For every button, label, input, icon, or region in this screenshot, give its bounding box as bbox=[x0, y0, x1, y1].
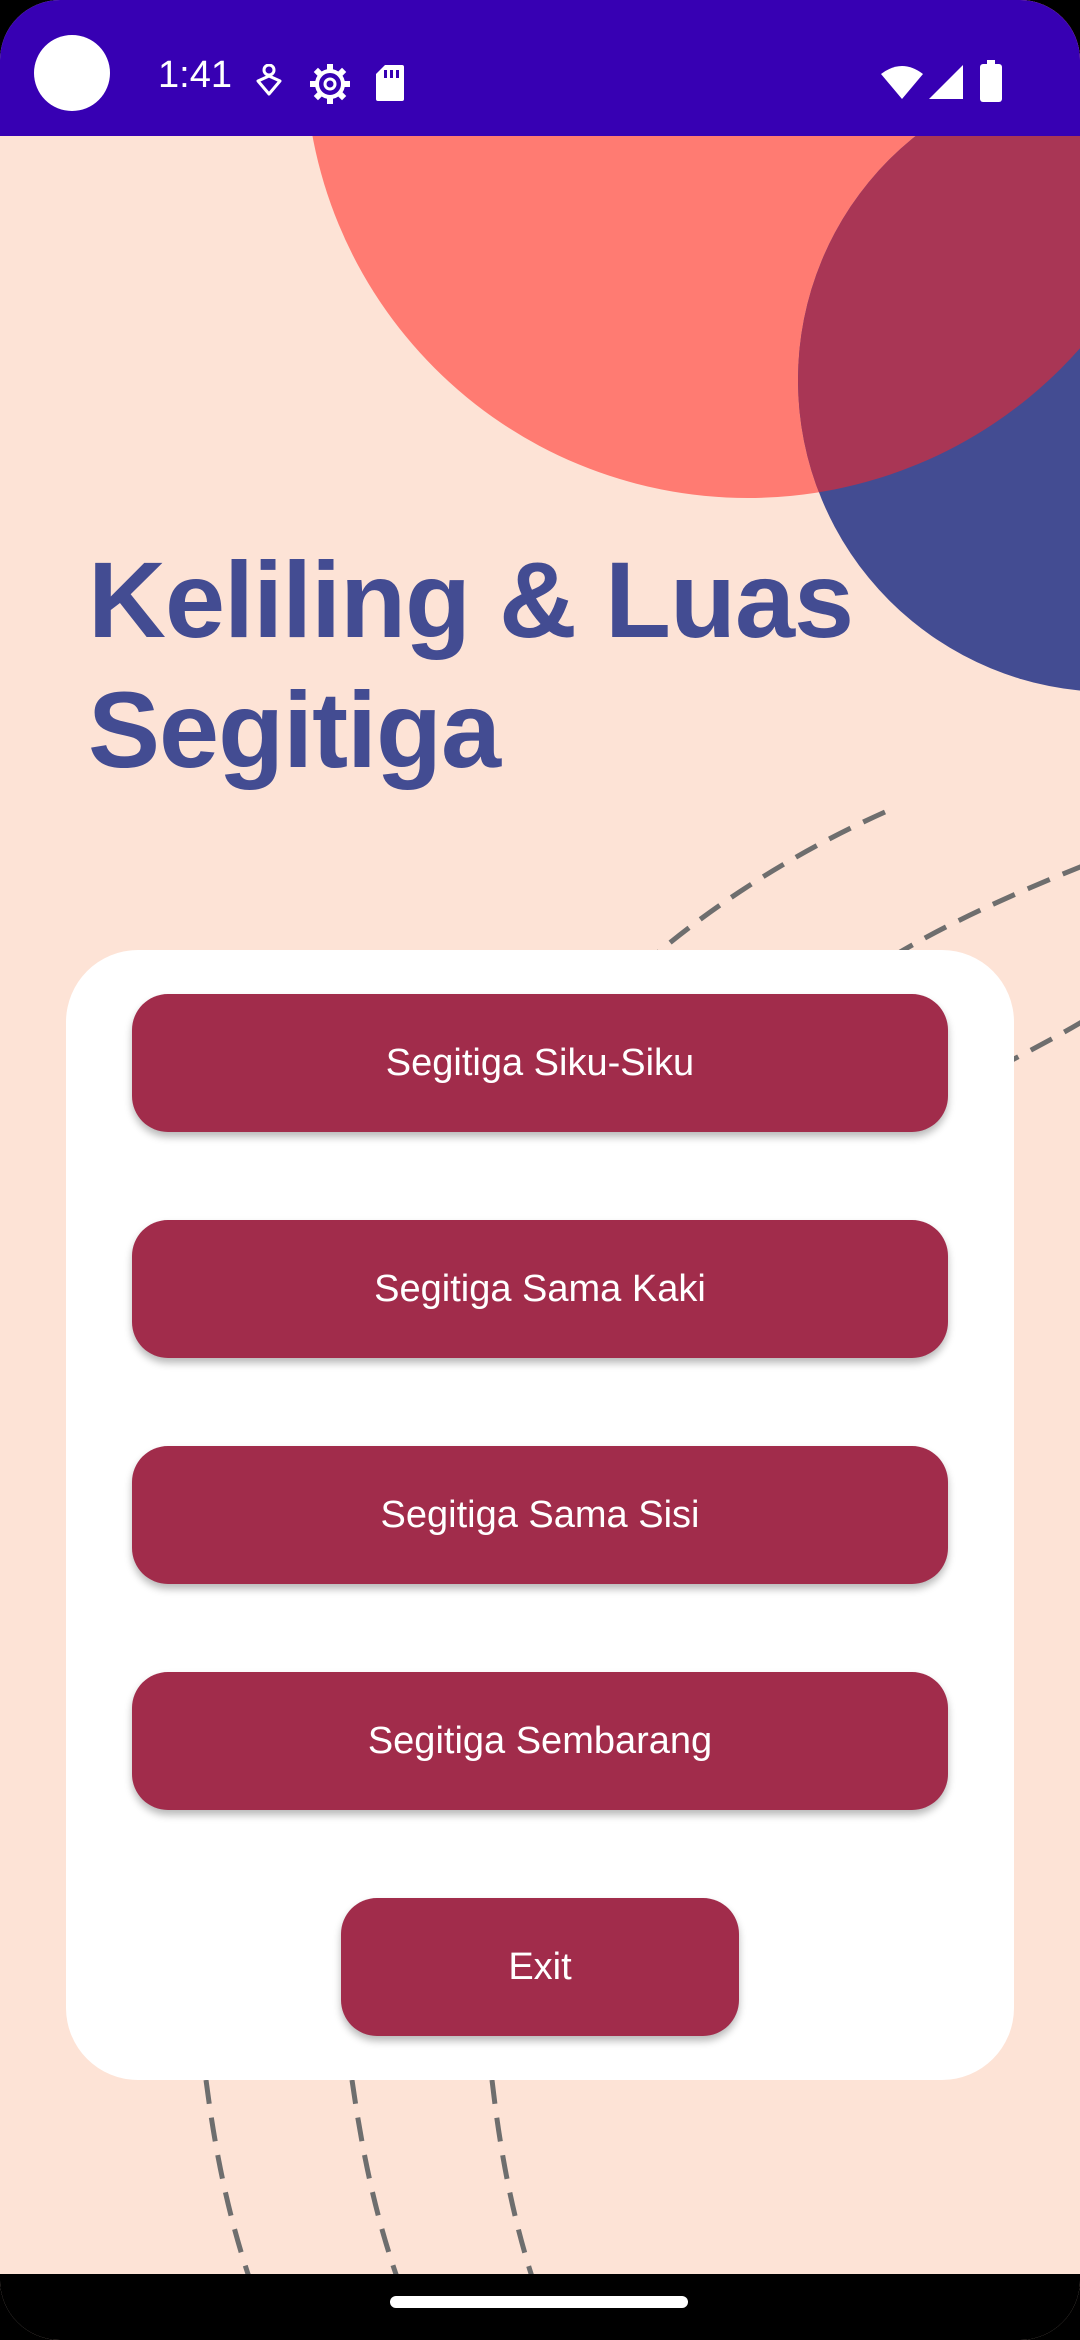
dashed-arc-3 bbox=[1010, 1020, 1080, 1063]
status-time: 1:41 bbox=[158, 54, 232, 96]
status-bar: 1:41 bbox=[0, 0, 1080, 136]
app-screen: 1:41 Keliling & Luas Segitiga Segitiga S… bbox=[0, 0, 1080, 2340]
cellular-signal-icon bbox=[929, 65, 963, 99]
dashed-arc-2 bbox=[893, 864, 1080, 958]
settings-icon bbox=[310, 64, 350, 104]
equilateral-triangle-button[interactable]: Segitiga Sama Sisi bbox=[132, 1446, 948, 1584]
title-line-1: Keliling & Luas bbox=[88, 539, 854, 660]
dashed-arc-1 bbox=[653, 809, 887, 957]
dashed-arc-5 bbox=[349, 2079, 401, 2281]
sd-card-icon bbox=[376, 65, 404, 101]
scalene-triangle-button[interactable]: Segitiga Sembarang bbox=[132, 1672, 948, 1810]
camera-cutout bbox=[34, 35, 110, 111]
home-gesture-handle[interactable] bbox=[390, 2296, 688, 2308]
menu-card: Segitiga Siku-Siku Segitiga Sama Kaki Se… bbox=[66, 950, 1014, 2080]
dashed-arc-6 bbox=[489, 2079, 536, 2281]
wifi-icon bbox=[881, 66, 923, 99]
accessibility-icon bbox=[256, 64, 282, 96]
dashed-arc-4 bbox=[203, 2079, 253, 2281]
exit-button[interactable]: Exit bbox=[341, 1898, 739, 2036]
right-triangle-button[interactable]: Segitiga Siku-Siku bbox=[132, 994, 948, 1132]
title-line-2: Segitiga bbox=[88, 669, 501, 790]
isosceles-triangle-button[interactable]: Segitiga Sama Kaki bbox=[132, 1220, 948, 1358]
battery-icon bbox=[980, 60, 1002, 102]
page-title: Keliling & Luas Segitiga bbox=[88, 535, 988, 795]
